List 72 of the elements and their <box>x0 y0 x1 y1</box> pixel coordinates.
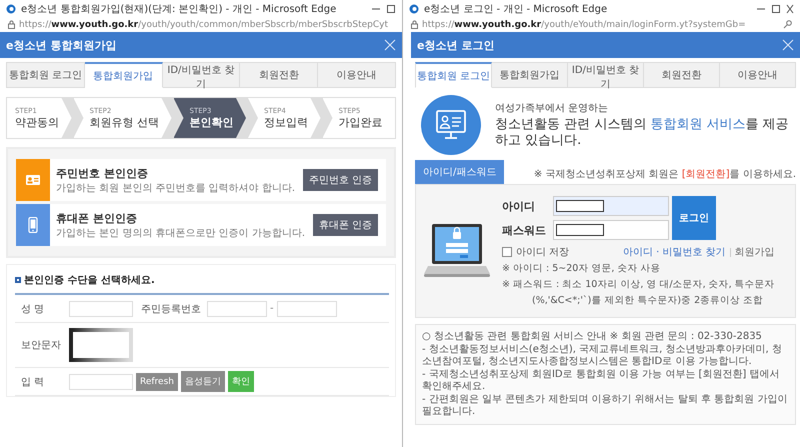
maximize-icon[interactable] <box>386 4 396 14</box>
browser-icon <box>6 4 16 14</box>
maximize-icon[interactable] <box>771 4 781 14</box>
verify-button[interactable]: 주민번호 인증 <box>302 169 378 191</box>
monitor-user-icon <box>421 95 481 155</box>
square-bullet-icon <box>15 277 21 283</box>
method-description: 가입하는 회원 본인의 주민번호를 입력하셔야 합니다. <box>56 183 296 194</box>
step-label: 가입완료 <box>338 114 384 130</box>
field-label: 아이디 <box>502 198 536 214</box>
tab[interactable]: 통합회원 로그인 <box>415 62 492 88</box>
input-field[interactable] <box>207 300 267 316</box>
info-text: - 간편회원은 일부 콘텐츠가 제한되며 이용하기 위해서는 탈퇴 후 통합회원 가입이 필요합니다. <box>422 394 788 418</box>
input-field[interactable] <box>553 196 669 216</box>
address-url[interactable]: https://www.youth.go.kr/youth/eYouth/main/loginForm.yt?systemGb= <box>422 20 746 30</box>
tab[interactable]: 회원전환 <box>240 62 318 88</box>
intro-title: 청소년활동 관련 시스템의 통합회원 서비스를 제공하고 있습니다. <box>495 117 790 149</box>
field-label: 패스워드 <box>502 222 547 238</box>
rule-text: ※ 아이디 : 5~20자 영문, 숫자 사용 <box>502 263 662 275</box>
captcha-image <box>69 328 133 362</box>
info-heading: ○ 청소년활동 관련 통합회원 서비스 안내 ※ 회원 관련 문의 : 02-330-2835 <box>422 331 763 343</box>
step-label: 본인확인 <box>190 114 234 130</box>
field-label: 입 력 <box>20 376 46 388</box>
method-title: 주민번호 본인인증 <box>56 166 149 181</box>
step-label: 정보입력 <box>264 114 309 130</box>
info-text: - 국제청소년성취포상제 회원ID로 통합회원 이용 가능 여부는 [회원전환] 탭에서 확인해주세요. <box>422 369 780 393</box>
link[interactable]: 회원가입 <box>734 245 775 259</box>
input-field[interactable] <box>276 300 337 316</box>
method-description: 가입하는 본인 명의의 휴대폰으로만 인증이 가능합니다. <box>56 228 306 239</box>
laptop-drawing <box>422 222 492 280</box>
tab[interactable]: 통합회원가입 <box>492 62 568 88</box>
address-url[interactable]: https://www.youth.go.kr/youth/youth/common/mberSbscrb/mberSbscrbStepCyt <box>19 20 388 30</box>
tab[interactable]: 이용안내 <box>318 62 396 88</box>
tab[interactable]: 통합회원 로그인 <box>6 62 85 88</box>
tab[interactable]: 통합회원가입 <box>84 62 163 88</box>
method-title: 휴대폰 본인인증 <box>56 211 138 226</box>
notice-text: ※ 국제청소년성취포상제 회원은 [회원전환]를 이용하세요. <box>534 168 796 182</box>
info-text: - 청소년활동정보서비스(e청소년), 국제교류네트워크, 청소년방과후아카데미, 청소년참여포털, 청소년지도사종합정보시스템은 통합ID로 이용 가능합니다. <box>422 344 783 368</box>
lock-icon <box>411 20 418 29</box>
checkbox-label: 아이디 저장 <box>516 246 570 259</box>
step-label: 약관동의 <box>15 114 60 130</box>
dialog-title: e청소년 로그인 <box>417 38 494 52</box>
verify-button[interactable]: 휴대폰 인증 <box>312 214 378 236</box>
tab[interactable]: ID/비밀번호 찾기 <box>568 62 644 88</box>
login-tab[interactable]: 아이디/패스워드 <box>415 160 504 184</box>
redaction-box <box>556 200 604 212</box>
window-title: e청소년 로그인 - 개인 - Microsoft Edge <box>424 3 608 16</box>
rule-text: (%,'&C<*;'`)를 제외한 특수문자)중 2종류이상 조합 <box>531 295 764 307</box>
input-field[interactable] <box>69 300 133 316</box>
dialog-title: e청소년 통합회원가입 <box>6 38 116 52</box>
password-field[interactable] <box>553 220 669 240</box>
intro-subtitle: 여성가족부에서 운영하는 <box>495 102 610 115</box>
tab[interactable]: ID/비밀번호 찾기 <box>162 62 240 88</box>
audio-button[interactable]: 음성듣기 <box>181 371 225 392</box>
tab[interactable]: 회원전환 <box>644 62 720 88</box>
login-button[interactable]: 로그인 <box>672 196 716 240</box>
refresh-button[interactable]: Refresh <box>136 372 178 390</box>
rule-text: ※ 패스워드 : 최소 10자리 이상, 영 대/소문자, 숫자, 특수문자 <box>502 279 775 291</box>
close-icon[interactable] <box>786 4 794 14</box>
step-label: 회원유형 선택 <box>90 114 160 130</box>
field-label: 보안문자 <box>20 339 62 352</box>
field-label: 성 명 <box>20 302 46 316</box>
tab[interactable]: 이용안내 <box>720 62 796 88</box>
separator: - <box>270 303 274 314</box>
checkbox[interactable] <box>502 247 512 257</box>
browser-icon <box>409 4 419 14</box>
section-heading: 본인인증 수단을 선택하세요. <box>24 274 155 287</box>
redaction-box <box>556 224 604 236</box>
window-title: e청소년 통합회원가입(현재)(단계: 본인확인) - 개인 - Microsoft Edge <box>21 3 336 16</box>
input-field[interactable] <box>69 374 133 390</box>
link[interactable]: 아이디 · 비밀번호 찾기 <box>622 245 726 259</box>
lock-icon <box>8 20 15 29</box>
field-label: 주민등록번호 <box>140 302 202 316</box>
